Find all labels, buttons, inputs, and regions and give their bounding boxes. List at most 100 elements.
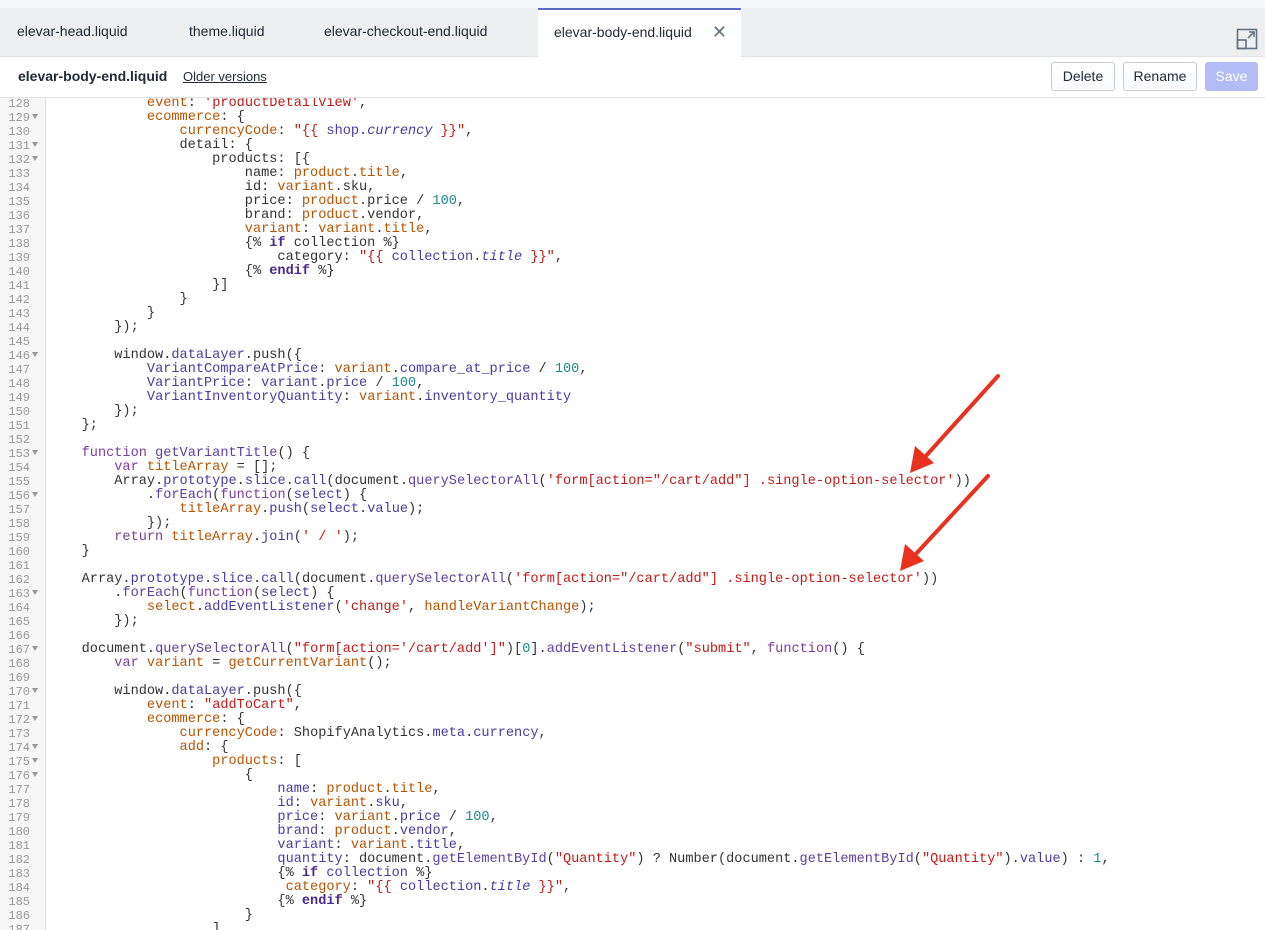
code-line: 175 products: [ <box>0 755 1265 770</box>
code-text: } <box>49 292 188 307</box>
code-line: 182 quantity: document.getElementById("Q… <box>0 852 1265 868</box>
line-number: 146 <box>8 349 30 363</box>
line-number: 170 <box>8 685 30 699</box>
line-number: 139 <box>8 251 30 265</box>
older-versions-link[interactable]: Older versions <box>183 69 267 84</box>
line-number: 128 <box>8 98 30 111</box>
code-line: 186 } <box>0 909 1265 924</box>
line-number: 161 <box>8 559 30 573</box>
rename-button[interactable]: Rename <box>1123 62 1197 91</box>
code-text: {% if collection %} <box>49 866 433 881</box>
code-line: 187 ] <box>0 923 1265 930</box>
fold-arrow-icon[interactable] <box>32 758 38 763</box>
code-text: brand: product.vendor, <box>277 824 457 839</box>
code-line: 132 products: [{ <box>0 153 1265 168</box>
line-number: 175 <box>8 755 30 769</box>
line-number: 160 <box>8 545 30 559</box>
tab-elevar-body-end[interactable]: elevar-body-end.liquid ✕ <box>538 8 741 57</box>
code-text: currencyCode: ShopifyAnalytics.meta.curr… <box>179 726 547 741</box>
code-text: }); <box>49 404 139 419</box>
code-line: 147 VariantCompareAtPrice: variant.compa… <box>0 362 1265 378</box>
fold-arrow-icon[interactable] <box>32 590 38 595</box>
line-number: 183 <box>8 867 30 881</box>
code-text: VariantCompareAtPrice: variant.compare_a… <box>146 362 588 377</box>
code-text: {% if collection %} <box>49 236 400 251</box>
code-line: 152 <box>0 433 1265 447</box>
code-text: { <box>49 768 253 783</box>
line-number: 154 <box>8 461 30 475</box>
code-line: 184 category: "{{ collection.title }}", <box>0 880 1265 896</box>
code-line: 138 {% if collection %} <box>0 236 1265 252</box>
code-text: window.dataLayer.push({ <box>49 348 302 363</box>
code-text: VariantInventoryQuantity: variant.invent… <box>146 390 572 405</box>
fold-arrow-icon[interactable] <box>32 646 38 651</box>
code-text: window.dataLayer.push({ <box>49 684 302 699</box>
code-text: event: "addToCart", <box>146 698 302 713</box>
code-text: price: variant.price / 100, <box>277 810 498 825</box>
tab-elevar-head[interactable]: elevar-head.liquid <box>0 8 150 56</box>
code-text: add: { <box>179 740 229 755</box>
line-number: 186 <box>8 909 30 923</box>
line-number: 132 <box>8 153 30 167</box>
fold-arrow-icon[interactable] <box>32 772 38 777</box>
line-number: 131 <box>8 139 30 153</box>
code-line: 168 var variant = getCurrentVariant(); <box>0 657 1265 672</box>
code-text: name: product.title, <box>277 782 441 797</box>
line-number: 176 <box>8 769 30 783</box>
fold-arrow-icon[interactable] <box>32 142 38 147</box>
code-text: price: product.price / 100, <box>49 194 466 209</box>
code-text: }); <box>49 320 139 335</box>
line-number: 169 <box>8 671 30 685</box>
line-number: 141 <box>8 279 30 293</box>
fold-arrow-icon[interactable] <box>32 688 38 693</box>
code-line: 162 Array.prototype.slice.call(document.… <box>0 572 1265 588</box>
code-line: 173 currencyCode: ShopifyAnalytics.meta.… <box>0 726 1265 742</box>
code-text: ecommerce: { <box>146 110 245 125</box>
code-text: select.addEventListener('change', handle… <box>146 600 596 615</box>
fold-arrow-icon[interactable] <box>32 492 38 497</box>
code-text: Array.prototype.slice.call(document.quer… <box>49 474 971 489</box>
code-text: category: "{{ collection.title }}", <box>49 250 563 265</box>
code-line: 136 brand: product.vendor, <box>0 209 1265 224</box>
code-line: 156 .forEach(function(select) { <box>0 489 1265 504</box>
code-line: 146 window.dataLayer.push({ <box>0 348 1265 364</box>
line-number: 144 <box>8 321 30 335</box>
code-text: variant: variant.title, <box>277 838 466 853</box>
code-text: category: "{{ collection.title }}", <box>285 880 572 895</box>
code-line: 185 {% endif %} <box>0 894 1265 910</box>
line-number: 142 <box>8 293 30 307</box>
fold-arrow-icon[interactable] <box>32 744 38 749</box>
close-icon[interactable]: ✕ <box>712 10 727 54</box>
tab-theme[interactable]: theme.liquid <box>150 8 285 56</box>
code-line: 129 ecommerce: { <box>0 110 1265 126</box>
line-number: 140 <box>8 265 30 279</box>
line-number: 179 <box>8 811 30 825</box>
fold-arrow-icon[interactable] <box>32 156 38 161</box>
code-line: 135 price: product.price / 100, <box>0 194 1265 210</box>
code-editor[interactable]: 128 event: 'productDetailView', 129 ecomm… <box>0 98 1265 930</box>
code-text: Array.prototype.slice.call(document.quer… <box>49 572 939 587</box>
delete-button[interactable]: Delete <box>1051 62 1115 91</box>
code-line: 167 document.querySelectorAll("form[acti… <box>0 643 1265 658</box>
line-number: 153 <box>8 447 30 461</box>
line-number: 145 <box>8 335 30 349</box>
code-text: {% endif %} <box>49 894 368 909</box>
expand-icon[interactable] <box>1236 28 1258 50</box>
code-line: 157 titleArray.push(select.value); <box>0 503 1265 518</box>
fold-arrow-icon[interactable] <box>32 352 38 357</box>
code-line: 141 }] <box>0 279 1265 294</box>
file-tab-bar: elevar-head.liquid theme.liquid elevar-c… <box>0 8 1265 57</box>
tab-label: elevar-body-end.liquid <box>554 24 692 40</box>
line-number: 138 <box>8 237 30 251</box>
code-text: variant: variant.title, <box>244 222 433 237</box>
tab-elevar-checkout-end[interactable]: elevar-checkout-end.liquid <box>285 8 538 56</box>
code-text: quantity: document.getElementById("Quant… <box>277 852 1110 867</box>
fold-arrow-icon[interactable] <box>32 450 38 455</box>
fold-arrow-icon[interactable] <box>32 716 38 721</box>
save-button[interactable]: Save <box>1205 62 1258 91</box>
code-text: ] <box>49 922 221 930</box>
line-number: 155 <box>8 475 30 489</box>
line-number: 181 <box>8 839 30 853</box>
code-line: 133 name: product.title, <box>0 167 1265 182</box>
fold-arrow-icon[interactable] <box>32 114 38 119</box>
